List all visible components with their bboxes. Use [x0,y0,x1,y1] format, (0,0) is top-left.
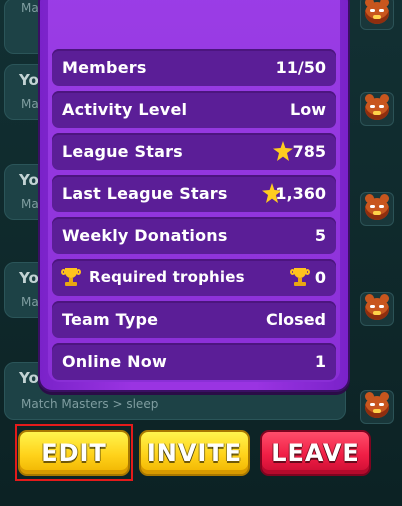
trophy-icon [61,267,81,287]
stat-row-members: Members 11/50 [52,49,336,86]
bear-avatar-icon [365,392,389,418]
trophy-icon [290,267,310,287]
stat-value: Low [290,100,326,119]
stat-value: 785 [292,142,326,161]
stat-label: Members [62,58,147,77]
chat-message-text: Ma [21,1,39,15]
chat-avatar[interactable] [360,0,394,30]
leave-button[interactable]: LEAVE [260,430,371,476]
stat-row-last-league-stars: Last League Stars 1,360 [52,175,336,212]
chat-author: Yo [19,71,39,89]
stat-value: Closed [265,310,326,329]
stat-value: 1,360 [275,184,326,203]
chat-author: Yo [19,269,39,287]
chat-message-text: Ma [21,197,39,211]
invite-button[interactable]: INVITE [139,430,250,476]
stat-label: Team Type [62,310,159,329]
stat-label: Weekly Donations [62,226,228,245]
bear-avatar-icon [365,294,389,320]
stat-label: League Stars [62,142,183,161]
edit-button-highlight [15,424,133,481]
chat-avatar[interactable] [360,390,394,424]
chat-message-text: Ma [21,295,39,309]
chat-author: Yo [19,171,39,189]
stat-label: Online Now [62,352,167,371]
stat-value: 0 [314,268,326,287]
stat-label: Last League Stars [62,184,228,203]
stat-value: 5 [314,226,326,245]
stat-row-activity-level: Activity Level Low [52,91,336,128]
bear-avatar-icon [365,194,389,220]
chat-author: Yo [19,369,39,387]
stat-label: Activity Level [62,100,188,119]
bear-avatar-icon [365,0,389,24]
chat-avatar[interactable] [360,92,394,126]
invite-button-label: INVITE [146,439,243,467]
stat-row-required-trophies: Required trophies 0 [52,259,336,296]
stat-row-online-now: Online Now 1 [52,343,336,380]
chat-avatar[interactable] [360,292,394,326]
bear-avatar-icon [365,94,389,120]
stat-row-team-type: Team Type Closed [52,301,336,338]
star-icon [273,141,293,161]
stat-row-league-stars: League Stars 785 [52,133,336,170]
chat-message-text: Ma [21,97,39,111]
stat-value: 11/50 [275,58,326,77]
stat-row-weekly-donations: Weekly Donations 5 [52,217,336,254]
chat-message-text: Match Masters > sleep [21,397,159,411]
leave-button-label: LEAVE [271,439,360,467]
stat-value: 1 [314,352,326,371]
chat-avatar[interactable] [360,192,394,226]
stat-label: Required trophies [89,268,245,286]
